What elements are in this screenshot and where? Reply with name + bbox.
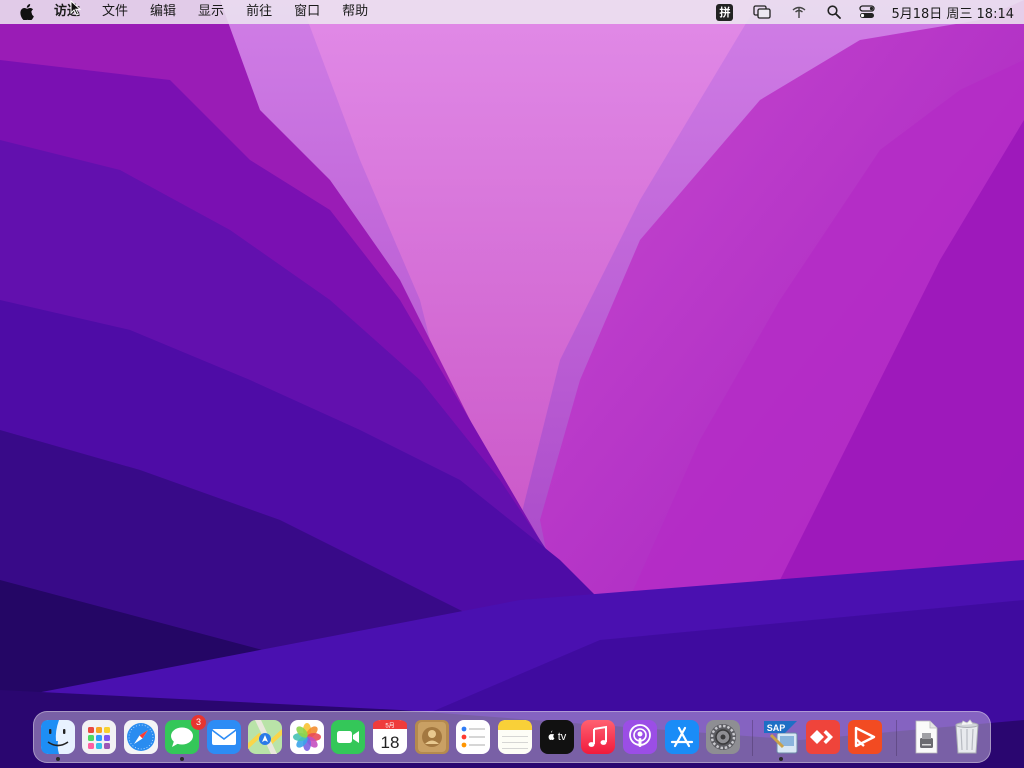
menu-window[interactable]: 窗口 xyxy=(283,0,331,24)
launchpad-icon xyxy=(82,720,116,754)
dock-separator xyxy=(896,720,897,756)
dock-item-presentation-app[interactable] xyxy=(847,719,883,755)
spotlight-search-icon[interactable] xyxy=(827,0,842,24)
dock-item-facetime[interactable] xyxy=(330,719,366,755)
wallpaper xyxy=(0,0,1024,768)
tv-label: tv xyxy=(558,731,567,743)
dock-item-app-store[interactable] xyxy=(664,719,700,755)
dock-item-messages[interactable]: 3 xyxy=(164,715,206,755)
dock-item-podcasts[interactable] xyxy=(622,719,658,755)
maps-icon xyxy=(248,720,282,754)
sap-gui-icon: SAP xyxy=(764,721,798,754)
dock-item-mail[interactable] xyxy=(206,719,242,755)
sap-label: SAP xyxy=(767,723,786,733)
dock-item-safari[interactable] xyxy=(123,719,159,755)
menu-help[interactable]: 帮助 xyxy=(331,0,379,24)
mouse-pointer-icon xyxy=(70,0,82,16)
app-store-icon xyxy=(665,720,699,754)
dock-item-launchpad[interactable] xyxy=(81,719,117,755)
control-center-icon[interactable] xyxy=(859,0,876,24)
screen-mirroring-icon[interactable] xyxy=(753,0,772,24)
dock-item-downloads[interactable] xyxy=(907,719,943,755)
input-method-icon: 拼 xyxy=(716,3,734,21)
calendar-icon: 5月 18 xyxy=(373,720,407,754)
apple-menu-icon[interactable] xyxy=(19,4,35,20)
running-indicator xyxy=(180,757,184,761)
dock-item-finder[interactable] xyxy=(40,719,76,755)
contacts-icon xyxy=(415,720,449,754)
dock: 3 5月 18 tv SAP xyxy=(33,711,991,763)
dock-item-anydesk[interactable] xyxy=(805,719,841,755)
dock-item-reminders[interactable] xyxy=(455,719,491,755)
podcasts-icon xyxy=(623,720,657,754)
downloads-stack-icon xyxy=(915,720,938,754)
system-preferences-icon xyxy=(706,720,740,754)
unread-badge: 3 xyxy=(191,715,206,730)
menu-bar-left: 访达 文件 编辑 显示 前往 窗口 帮助 xyxy=(0,0,379,24)
trash-icon xyxy=(955,719,979,754)
dock-item-calendar[interactable]: 5月 18 xyxy=(372,719,408,755)
wifi-icon[interactable] xyxy=(791,0,807,24)
running-indicator xyxy=(779,757,783,761)
running-indicator xyxy=(56,757,60,761)
menu-edit[interactable]: 编辑 xyxy=(139,0,187,24)
dock-item-trash[interactable] xyxy=(949,719,985,755)
input-method-menu[interactable]: 拼 xyxy=(716,0,734,24)
dock-item-music[interactable] xyxy=(580,719,616,755)
calendar-month: 5月 xyxy=(385,723,394,730)
dock-item-photos[interactable] xyxy=(289,719,325,755)
dock-item-sap-gui[interactable]: SAP xyxy=(763,719,799,755)
presentation-app-icon xyxy=(848,720,882,754)
menu-file[interactable]: 文件 xyxy=(91,0,139,24)
desktop[interactable]: 访达 文件 编辑 显示 前往 窗口 帮助 拼 5月18日 周三 18:14 3 … xyxy=(0,0,1024,768)
anydesk-icon xyxy=(806,720,840,754)
dock-item-maps[interactable] xyxy=(247,719,283,755)
photos-icon xyxy=(290,720,324,754)
mail-icon xyxy=(207,720,241,754)
menu-bar: 访达 文件 编辑 显示 前往 窗口 帮助 拼 5月18日 周三 18:14 xyxy=(0,0,1024,24)
menu-go[interactable]: 前往 xyxy=(235,0,283,24)
music-icon xyxy=(581,720,615,754)
facetime-icon xyxy=(331,720,365,754)
notes-icon xyxy=(498,720,532,754)
finder-icon xyxy=(41,720,75,754)
reminders-icon xyxy=(456,720,490,754)
menu-bar-status: 拼 5月18日 周三 18:14 xyxy=(702,0,1014,24)
dock-item-tv[interactable]: tv xyxy=(539,719,575,755)
dock-separator xyxy=(752,720,753,756)
apple-tv-icon: tv xyxy=(540,720,574,754)
menu-view[interactable]: 显示 xyxy=(187,0,235,24)
calendar-day: 18 xyxy=(381,733,400,752)
safari-icon xyxy=(124,720,158,754)
dock-item-notes[interactable] xyxy=(497,719,533,755)
menu-bar-clock[interactable]: 5月18日 周三 18:14 xyxy=(891,0,1014,24)
dock-item-system-preferences[interactable] xyxy=(705,719,741,755)
dock-item-contacts[interactable] xyxy=(414,719,450,755)
